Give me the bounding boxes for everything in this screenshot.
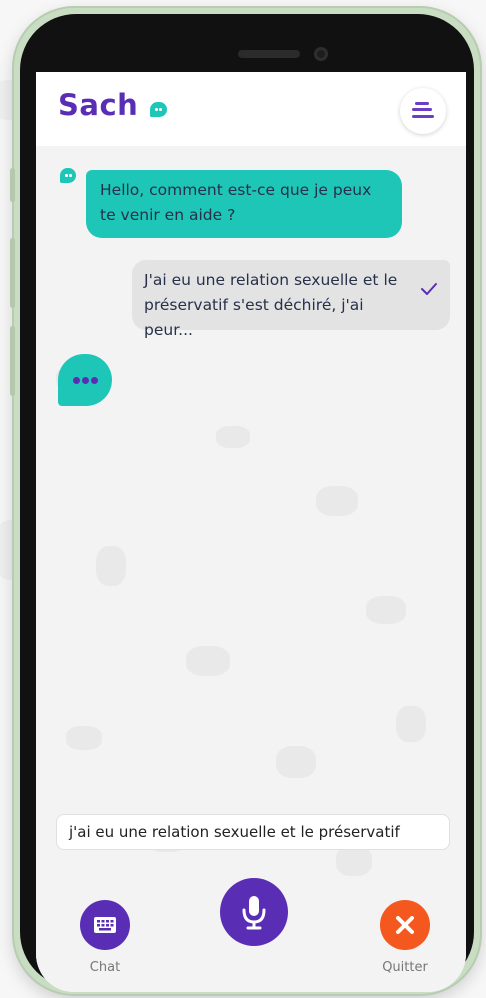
bot-message-bubble: Hello, comment est-ce que je peux te ven… xyxy=(86,170,402,238)
bot-message-text: Hello, comment est-ce que je peux te ven… xyxy=(100,181,372,224)
user-message-bubble: J'ai eu une relation sexuelle et le prés… xyxy=(132,260,450,339)
background-pattern xyxy=(396,706,426,742)
message-input-value: j'ai eu une relation sexuelle et le prés… xyxy=(69,823,400,841)
background-pattern xyxy=(336,846,372,876)
phone-side-button xyxy=(10,238,15,308)
background-pattern xyxy=(216,426,250,448)
phone-camera xyxy=(314,47,328,61)
app-logo-text: Sach xyxy=(58,88,139,122)
app-header: Sach xyxy=(36,72,466,146)
background-pattern xyxy=(96,546,126,586)
app-logo: Sach xyxy=(58,88,138,122)
user-message-text: J'ai eu une relation sexuelle et le prés… xyxy=(144,271,398,339)
background-pattern xyxy=(366,596,406,624)
background-pattern xyxy=(66,726,102,750)
background-pattern xyxy=(316,486,358,516)
phone-speaker xyxy=(238,50,300,58)
quit-button[interactable] xyxy=(380,900,430,950)
close-icon xyxy=(396,916,414,934)
bot-avatar-icon xyxy=(60,168,76,183)
chat-button[interactable] xyxy=(80,900,130,950)
check-icon xyxy=(421,283,437,295)
typing-dots-icon xyxy=(91,377,98,384)
microphone-button[interactable] xyxy=(220,878,288,946)
background-pattern xyxy=(276,746,316,778)
phone-side-button xyxy=(10,326,15,396)
app-screen: Sach Hello, comment est-ce que je peux t… xyxy=(36,72,466,992)
typing-dots-icon xyxy=(82,377,89,384)
background-pattern xyxy=(186,646,230,676)
keyboard-icon xyxy=(94,917,116,933)
typing-indicator xyxy=(58,354,112,406)
message-input[interactable]: j'ai eu une relation sexuelle et le prés… xyxy=(56,814,450,850)
phone-side-button xyxy=(10,168,15,202)
menu-button[interactable] xyxy=(400,88,446,134)
logo-bubble-icon xyxy=(150,102,167,117)
chat-button-label: Chat xyxy=(89,960,121,975)
quit-button-label: Quitter xyxy=(382,960,428,975)
microphone-icon xyxy=(242,896,266,930)
phone-frame: Sach Hello, comment est-ce que je peux t… xyxy=(10,8,480,994)
typing-dots-icon xyxy=(73,377,80,384)
